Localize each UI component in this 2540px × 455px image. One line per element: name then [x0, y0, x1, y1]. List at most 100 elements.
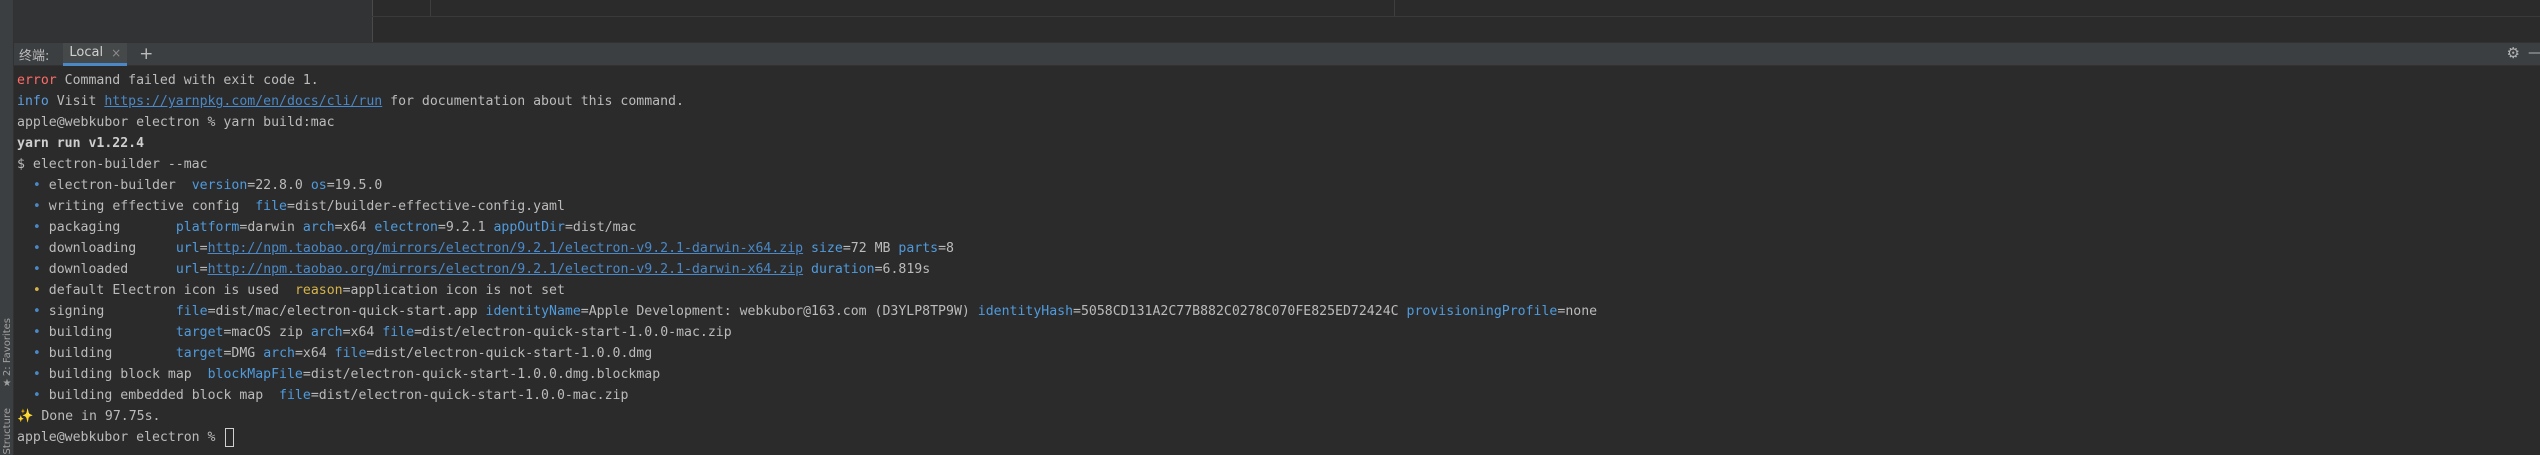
- line-label: building: [48, 346, 176, 361]
- terminal-header: 终端: Local × + ⚙ —: [14, 42, 2540, 66]
- editor-guide-line: [1394, 0, 1395, 16]
- line-key: duration: [811, 262, 875, 277]
- gear-icon[interactable]: ⚙: [2507, 44, 2520, 62]
- line-value: =: [199, 262, 208, 277]
- star-icon: ★: [2, 378, 12, 390]
- line-label: writing effective config: [48, 199, 256, 214]
- line-value: =dist/electron-quick-start-1.0.0.dmg: [366, 346, 653, 361]
- line-value: =none: [1557, 304, 1598, 319]
- line-value: =6.819s: [874, 262, 931, 277]
- output-line: yarn run v1.22.4: [17, 136, 145, 151]
- line-label: building: [48, 325, 176, 340]
- line-text: Done in 97.75s.: [33, 409, 161, 424]
- line-key: file: [255, 199, 287, 214]
- line-value: =DMG: [223, 346, 264, 361]
- bullet: •: [32, 220, 41, 235]
- warning-bullet: •: [32, 283, 41, 298]
- line-value: =Apple Development: webkubor@163.com (D3…: [580, 304, 978, 319]
- builder-line: • building embedded block map file=dist/…: [17, 385, 2540, 406]
- line-text: for documentation about this command.: [382, 94, 684, 109]
- new-tab-button[interactable]: +: [139, 44, 153, 64]
- line-key: version: [191, 178, 248, 193]
- left-tool-strip: 2: Favorites ★ Structure: [0, 0, 14, 455]
- builder-line: • signing file=dist/mac/electron-quick-s…: [17, 301, 2540, 322]
- line-value: =application icon is not set: [342, 283, 565, 298]
- download-link[interactable]: http://npm.taobao.org/mirrors/electron/9…: [208, 262, 803, 277]
- line-value: =dist/electron-quick-start-1.0.0.dmg.blo…: [302, 367, 661, 382]
- structure-tab-label: Structure: [1, 408, 13, 455]
- bullet: •: [32, 388, 41, 403]
- download-link[interactable]: http://npm.taobao.org/mirrors/electron/9…: [208, 241, 803, 256]
- editor-area: [14, 0, 2540, 42]
- line-key: target: [175, 325, 224, 340]
- line-key: platform: [175, 220, 240, 235]
- line-value: =dist/mac: [564, 220, 637, 235]
- docs-link[interactable]: https://yarnpkg.com/en/docs/cli/run: [104, 94, 382, 109]
- line-key: arch: [263, 346, 295, 361]
- error-keyword: error: [17, 73, 57, 88]
- bullet: •: [32, 178, 41, 193]
- line-value: =8: [938, 241, 954, 256]
- line-key: identityName: [485, 304, 581, 319]
- structure-tool-tab[interactable]: Structure: [0, 408, 14, 455]
- line-value: =dist/builder-effective-config.yaml: [287, 199, 565, 214]
- prompt-text: apple@webkubor electron %: [17, 430, 224, 445]
- terminal-cursor[interactable]: [225, 427, 235, 447]
- line-value: =x64: [334, 220, 375, 235]
- bullet: •: [32, 367, 41, 382]
- line-key: size: [811, 241, 843, 256]
- line-value: =dist/electron-quick-start-1.0.0-mac.zip: [414, 325, 732, 340]
- line-value: =5058CD131A2C77B882C0278C070FE825ED72424…: [1073, 304, 1407, 319]
- output-line: $ electron-builder --mac: [17, 157, 208, 172]
- line-value: =macOS zip: [223, 325, 311, 340]
- line-key: os: [310, 178, 327, 193]
- output-line: info Visit https://yarnpkg.com/en/docs/c…: [17, 91, 2540, 112]
- line-label: electron-builder: [48, 178, 192, 193]
- terminal-output[interactable]: error Command failed with exit code 1. i…: [14, 66, 2540, 455]
- builder-line: • building target=DMG arch=x64 file=dist…: [17, 343, 2540, 364]
- line-value: =x64: [342, 325, 383, 340]
- line-label: building embedded block map: [48, 388, 280, 403]
- line-key: identityHash: [977, 304, 1074, 319]
- builder-warning-line: • default Electron icon is used reason=a…: [17, 280, 2540, 301]
- line-key: appOutDir: [493, 220, 565, 235]
- close-icon[interactable]: ×: [111, 46, 121, 60]
- minimize-icon[interactable]: —: [2528, 45, 2540, 61]
- line-key: blockMapFile: [207, 367, 303, 382]
- line-key: provisioningProfile: [1406, 304, 1558, 319]
- line-value: =: [199, 241, 208, 256]
- builder-line: • writing effective config file=dist/bui…: [17, 196, 2540, 217]
- line-value: =22.8.0: [247, 178, 311, 193]
- output-line: error Command failed with exit code 1.: [17, 70, 2540, 91]
- line-key: target: [175, 346, 224, 361]
- line-value: =9.2.1: [437, 220, 494, 235]
- prompt-line: apple@webkubor electron %: [17, 427, 2540, 448]
- line-key: arch: [302, 220, 335, 235]
- info-keyword: info: [17, 94, 49, 109]
- bullet: •: [32, 304, 41, 319]
- line-key: file: [175, 304, 208, 319]
- line-value: =19.5.0: [326, 178, 383, 193]
- line-key: url: [175, 241, 200, 256]
- line-value: =72 MB: [842, 241, 899, 256]
- favorites-tool-tab[interactable]: 2: Favorites ★: [0, 318, 14, 389]
- prompt-line: apple@webkubor electron % yarn build:mac: [17, 115, 335, 130]
- bullet: •: [32, 199, 41, 214]
- line-label: building block map: [48, 367, 208, 382]
- sparkle-icon: ✨: [17, 409, 34, 424]
- builder-line: • downloaded url=http://npm.taobao.org/m…: [17, 259, 2540, 280]
- tab-local[interactable]: Local ×: [63, 42, 128, 66]
- tab-local-label: Local: [69, 45, 104, 60]
- line-value: =dist/mac/electron-quick-start.app: [207, 304, 486, 319]
- editor-gutter: [14, 0, 372, 42]
- line-text: Command failed with exit code 1.: [56, 73, 319, 88]
- line-label: default Electron icon is used: [48, 283, 295, 298]
- line-key: arch: [310, 325, 343, 340]
- line-value: =x64: [294, 346, 335, 361]
- bullet: •: [32, 241, 41, 256]
- bullet: •: [32, 262, 41, 277]
- line-value: =dist/electron-quick-start-1.0.0-mac.zip: [310, 388, 629, 403]
- builder-line: • building target=macOS zip arch=x64 fil…: [17, 322, 2540, 343]
- bullet: •: [32, 346, 41, 361]
- favorites-tab-label: 2: Favorites: [1, 318, 13, 377]
